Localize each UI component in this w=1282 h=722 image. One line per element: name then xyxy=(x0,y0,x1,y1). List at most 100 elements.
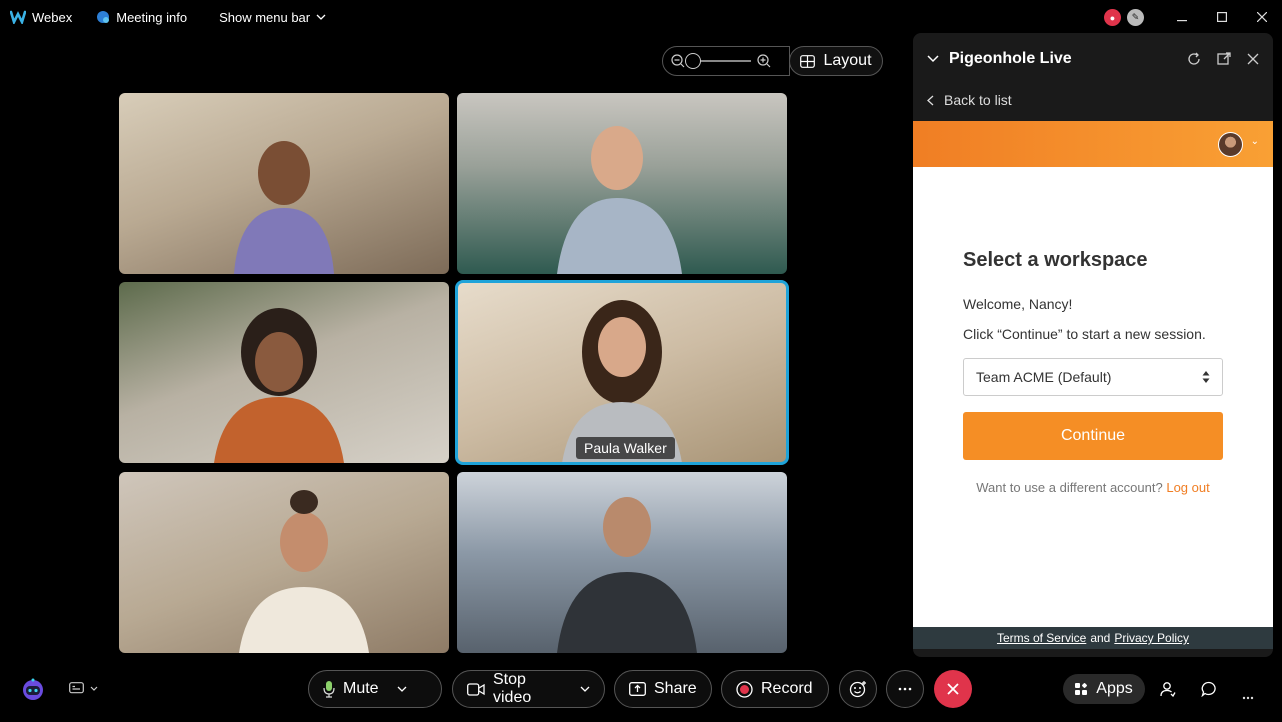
close-icon xyxy=(947,683,959,695)
workspace-selection-form: Select a workspace Welcome, Nancy! Click… xyxy=(913,167,1273,627)
show-menu-bar-label: Show menu bar xyxy=(219,9,311,25)
panel-footer: Terms of Service and Privacy Policy xyxy=(913,627,1273,649)
select-arrows-icon xyxy=(1202,370,1210,384)
panel-actions xyxy=(1187,52,1259,66)
pop-out-icon[interactable] xyxy=(1217,52,1231,66)
workspace-select[interactable]: Team ACME (Default) xyxy=(963,358,1223,396)
welcome-text: Welcome, Nancy! xyxy=(963,296,1073,312)
alt-account-text: Want to use a different account? xyxy=(976,480,1163,495)
webex-logo-icon xyxy=(10,10,26,24)
back-to-list-label: Back to list xyxy=(944,92,1012,108)
record-icon xyxy=(736,680,753,698)
participant-avatar-graphic xyxy=(234,141,334,274)
share-button[interactable]: Share xyxy=(614,670,712,708)
participant-video-tile[interactable] xyxy=(457,93,787,274)
refresh-icon[interactable] xyxy=(1187,52,1201,66)
alternate-account-prompt: Want to use a different account? Log out xyxy=(963,480,1223,495)
apps-grid-icon xyxy=(1075,682,1088,696)
share-screen-icon xyxy=(629,682,646,696)
record-button[interactable]: Record xyxy=(721,670,829,708)
connection-status-icon[interactable]: ✎ xyxy=(1127,9,1144,26)
chevron-down-icon[interactable] xyxy=(580,686,590,692)
meeting-info-label: Meeting info xyxy=(116,9,188,25)
maximize-icon xyxy=(1217,9,1228,25)
collapse-panel-icon[interactable] xyxy=(927,55,939,63)
participant-video-tile[interactable] xyxy=(119,93,449,274)
participants-button[interactable] xyxy=(1160,681,1176,702)
microphone-icon xyxy=(323,680,335,698)
workspace-select-value: Team ACME (Default) xyxy=(976,369,1112,385)
participant-video-tile[interactable] xyxy=(119,472,449,653)
share-label: Share xyxy=(654,680,697,697)
more-horizontal-icon xyxy=(1242,696,1254,700)
video-camera-icon xyxy=(467,682,485,696)
participant-avatar-graphic xyxy=(557,497,697,653)
panel-title: Pigeonhole Live xyxy=(949,50,1072,67)
layout-button[interactable]: Layout xyxy=(789,46,883,76)
participant-video-tile[interactable] xyxy=(457,472,787,653)
maximize-button[interactable] xyxy=(1202,0,1242,34)
minimize-button[interactable] xyxy=(1162,0,1202,34)
apps-button[interactable]: Apps xyxy=(1063,674,1145,704)
emoji-reaction-icon xyxy=(849,680,867,698)
layout-label: Layout xyxy=(823,52,872,69)
close-window-button[interactable] xyxy=(1242,0,1282,34)
user-avatar[interactable] xyxy=(1218,132,1243,157)
participant-video-tile[interactable] xyxy=(119,282,449,463)
meeting-info-icon xyxy=(96,10,110,24)
apps-label: Apps xyxy=(1096,680,1133,697)
chevron-down-icon xyxy=(90,686,98,691)
zoom-slider-handle[interactable] xyxy=(685,53,701,69)
chat-bubble-icon xyxy=(1201,681,1216,698)
privacy-policy-link[interactable]: Privacy Policy xyxy=(1114,631,1189,645)
chevron-down-icon[interactable]: ⌄ xyxy=(1251,136,1259,147)
zoom-out-icon[interactable] xyxy=(671,54,685,68)
active-speaker-video-tile[interactable]: Paula Walker xyxy=(455,280,789,465)
continue-hint-text: Click “Continue” to start a new session. xyxy=(963,326,1206,342)
minimize-icon xyxy=(1177,9,1187,25)
status-indicators: ● ✎ xyxy=(1104,9,1144,26)
continue-button[interactable]: Continue xyxy=(963,412,1223,460)
panel-header: Pigeonhole Live xyxy=(913,33,1273,85)
close-panel-icon[interactable] xyxy=(1247,52,1259,66)
layout-grid-icon xyxy=(800,54,816,68)
assistant-bot-icon xyxy=(23,678,43,700)
recording-status-icon[interactable]: ● xyxy=(1104,9,1121,26)
captions-button[interactable] xyxy=(69,682,98,694)
zoom-slider[interactable] xyxy=(685,53,751,69)
window-controls xyxy=(1162,0,1282,34)
more-horizontal-icon xyxy=(898,687,912,691)
terms-of-service-link[interactable]: Terms of Service xyxy=(997,631,1086,645)
title-bar: Webex Meeting info Show menu bar xyxy=(0,0,1282,34)
stop-video-label: Stop video xyxy=(493,671,532,706)
leave-meeting-button[interactable] xyxy=(934,670,972,708)
more-panel-options-button[interactable] xyxy=(1242,687,1254,705)
workspace-title: Select a workspace xyxy=(963,249,1148,271)
record-label: Record xyxy=(761,680,813,697)
webex-app[interactable]: Webex xyxy=(10,10,72,25)
chevron-left-icon xyxy=(927,95,934,106)
mute-label: Mute xyxy=(343,680,379,697)
mute-button[interactable]: Mute xyxy=(308,670,442,708)
webex-assistant-button[interactable] xyxy=(21,677,45,701)
meeting-info-button[interactable]: Meeting info xyxy=(96,10,187,25)
app-name: Webex xyxy=(32,9,73,25)
stop-video-button[interactable]: Stop video xyxy=(452,670,605,708)
captions-icon xyxy=(69,682,84,694)
log-out-link[interactable]: Log out xyxy=(1166,480,1209,495)
chevron-down-icon xyxy=(316,14,326,20)
chevron-down-icon[interactable] xyxy=(397,686,407,692)
pigeonhole-live-panel: Pigeonhole Live Back to list ⌄ Select a … xyxy=(913,33,1273,657)
zoom-in-icon[interactable] xyxy=(757,54,771,68)
video-zoom-control xyxy=(662,46,790,76)
participant-name-tag: Paula Walker xyxy=(576,437,675,459)
participant-avatar-graphic xyxy=(239,490,369,653)
chat-button[interactable] xyxy=(1201,681,1217,702)
show-menu-bar-button[interactable]: Show menu bar xyxy=(219,10,326,25)
reactions-button[interactable] xyxy=(839,670,877,708)
more-options-button[interactable] xyxy=(886,670,924,708)
back-to-list-button[interactable]: Back to list xyxy=(913,85,1273,115)
participants-icon xyxy=(1160,682,1176,698)
participant-avatar-graphic xyxy=(214,308,344,463)
close-icon xyxy=(1256,9,1268,25)
